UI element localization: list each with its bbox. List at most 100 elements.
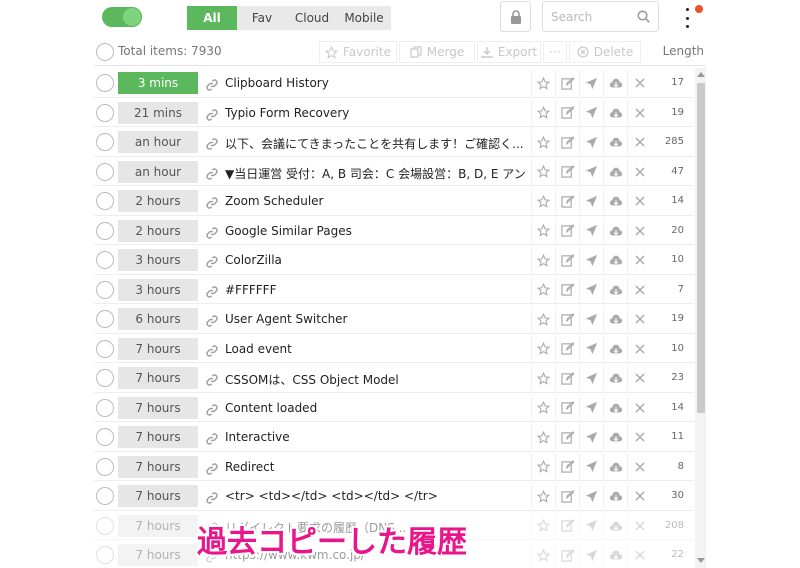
row-select-checkbox[interactable] <box>96 398 114 417</box>
history-row[interactable]: 7 hours <tr> <td></td> <td></td> </tr> 30 <box>94 481 694 511</box>
cloud-upload-icon[interactable] <box>603 483 627 509</box>
edit-icon[interactable] <box>555 365 579 391</box>
scroll-up-arrow[interactable] <box>697 72 705 77</box>
edit-icon[interactable] <box>555 453 579 480</box>
history-row[interactable]: 7 hours Interactive 11 <box>94 422 694 452</box>
cloud-upload-icon[interactable] <box>603 394 627 421</box>
enable-toggle[interactable] <box>102 7 142 27</box>
row-select-checkbox[interactable] <box>96 516 114 535</box>
item-title[interactable]: Interactive <box>225 430 525 444</box>
row-select-checkbox[interactable] <box>96 457 114 476</box>
history-row[interactable]: 3 hours #FFFFFF 7 <box>94 275 694 304</box>
row-select-checkbox[interactable] <box>96 487 114 505</box>
edit-icon[interactable] <box>555 335 579 362</box>
close-icon[interactable] <box>627 306 651 332</box>
star-icon[interactable] <box>531 542 555 568</box>
edit-icon[interactable] <box>555 394 579 421</box>
more-menu-icon[interactable] <box>682 8 692 28</box>
row-select-checkbox[interactable] <box>96 221 114 240</box>
item-title[interactable]: Clipboard History <box>225 76 525 90</box>
edit-icon[interactable] <box>555 70 579 96</box>
history-row[interactable]: 2 hours Zoom Scheduler 14 <box>94 186 694 216</box>
cloud-upload-icon[interactable] <box>603 365 627 391</box>
star-icon[interactable] <box>531 453 555 480</box>
item-title[interactable]: Content loaded <box>225 401 525 415</box>
star-icon[interactable] <box>531 306 555 332</box>
favorite-button[interactable]: Favorite <box>319 41 397 63</box>
row-select-checkbox[interactable] <box>96 133 114 151</box>
tab-fav[interactable]: Fav <box>237 6 287 30</box>
close-icon[interactable] <box>627 335 651 362</box>
history-row[interactable]: 6 hours User Agent Switcher 19 <box>94 304 694 334</box>
row-select-checkbox[interactable] <box>96 162 114 181</box>
close-icon[interactable] <box>627 424 651 450</box>
cloud-upload-icon[interactable] <box>603 424 627 450</box>
tab-all[interactable]: All <box>187 6 237 30</box>
row-select-checkbox[interactable] <box>96 103 114 122</box>
send-icon[interactable] <box>579 99 603 126</box>
export-button[interactable]: Export <box>477 41 541 63</box>
row-select-checkbox[interactable] <box>96 251 114 269</box>
cloud-upload-icon[interactable] <box>603 306 627 332</box>
row-select-checkbox[interactable] <box>96 369 114 387</box>
close-icon[interactable] <box>627 217 651 244</box>
close-icon[interactable] <box>627 365 651 391</box>
row-select-checkbox[interactable] <box>96 428 114 446</box>
star-icon[interactable] <box>531 158 555 185</box>
edit-icon[interactable] <box>555 99 579 126</box>
cloud-upload-icon[interactable] <box>603 247 627 273</box>
item-title[interactable]: <tr> <td></td> <td></td> </tr> <box>225 489 525 503</box>
send-icon[interactable] <box>579 512 603 539</box>
row-select-checkbox[interactable] <box>96 310 114 328</box>
cloud-upload-icon[interactable] <box>603 217 627 244</box>
close-icon[interactable] <box>627 247 651 273</box>
star-icon[interactable] <box>531 365 555 391</box>
history-row[interactable]: 7 hours Load event 10 <box>94 334 694 363</box>
close-icon[interactable] <box>627 158 651 185</box>
select-all-checkbox[interactable] <box>96 43 114 61</box>
row-select-checkbox[interactable] <box>96 192 114 210</box>
send-icon[interactable] <box>579 129 603 155</box>
row-select-checkbox[interactable] <box>96 546 114 564</box>
star-icon[interactable] <box>531 335 555 362</box>
cloud-upload-icon[interactable] <box>603 129 627 155</box>
send-icon[interactable] <box>579 276 603 303</box>
cloud-upload-icon[interactable] <box>603 276 627 303</box>
edit-icon[interactable] <box>555 188 579 214</box>
close-icon[interactable] <box>627 99 651 126</box>
edit-icon[interactable] <box>555 483 579 509</box>
item-title[interactable]: CSSOMは、CSS Object Model <box>225 371 525 388</box>
send-icon[interactable] <box>579 217 603 244</box>
edit-icon[interactable] <box>555 512 579 539</box>
star-icon[interactable] <box>531 129 555 155</box>
row-select-checkbox[interactable] <box>96 280 114 299</box>
send-icon[interactable] <box>579 70 603 96</box>
cloud-upload-icon[interactable] <box>603 542 627 568</box>
item-title[interactable]: Redirect <box>225 460 525 474</box>
close-icon[interactable] <box>627 129 651 155</box>
cloud-upload-icon[interactable] <box>603 335 627 362</box>
delete-button[interactable]: Delete <box>569 41 641 63</box>
item-title[interactable]: #FFFFFF <box>225 283 525 297</box>
send-icon[interactable] <box>579 424 603 450</box>
scroll-down-arrow[interactable] <box>697 558 705 563</box>
send-icon[interactable] <box>579 158 603 185</box>
item-title[interactable]: Zoom Scheduler <box>225 194 525 208</box>
close-icon[interactable] <box>627 70 651 96</box>
history-row[interactable]: an hour ▼当日運営 受付：A, B 司会：C 会場設営：B, D, E ア… <box>94 157 694 186</box>
more-actions-button[interactable]: ··· <box>543 41 567 63</box>
send-icon[interactable] <box>579 247 603 273</box>
edit-icon[interactable] <box>555 306 579 332</box>
send-icon[interactable] <box>579 335 603 362</box>
search-box[interactable] <box>542 1 659 32</box>
scrollbar-thumb[interactable] <box>697 83 705 413</box>
star-icon[interactable] <box>531 512 555 539</box>
send-icon[interactable] <box>579 188 603 214</box>
send-icon[interactable] <box>579 365 603 391</box>
edit-icon[interactable] <box>555 158 579 185</box>
edit-icon[interactable] <box>555 247 579 273</box>
send-icon[interactable] <box>579 453 603 480</box>
close-icon[interactable] <box>627 453 651 480</box>
merge-button[interactable]: Merge <box>399 41 475 63</box>
history-row[interactable]: 7 hours Redirect 8 <box>94 452 694 481</box>
